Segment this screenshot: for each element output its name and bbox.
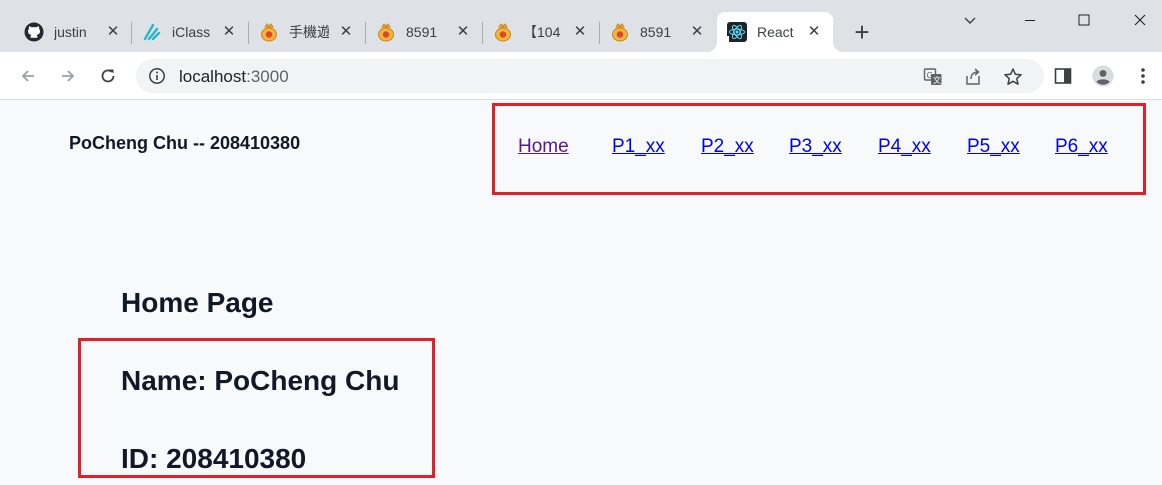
close-icon[interactable]: ✕ (220, 23, 238, 41)
close-icon[interactable]: ✕ (337, 23, 355, 41)
svg-text:文: 文 (933, 75, 941, 85)
nav-link-p6[interactable]: P6_xx (1055, 136, 1108, 158)
reload-icon[interactable] (94, 62, 122, 90)
tab-search-chevron-icon[interactable] (950, 6, 990, 34)
tab-moneybag-1[interactable]: 手機遊 ✕ (249, 12, 365, 52)
close-icon[interactable]: ✕ (571, 23, 589, 41)
close-icon[interactable]: ✕ (454, 23, 472, 41)
tab-label: 8591 (640, 24, 672, 40)
forward-icon[interactable] (54, 62, 82, 90)
tab-github[interactable]: justin ✕ (14, 12, 132, 52)
moneybag-icon (493, 22, 513, 42)
tab-label: 【104 (523, 24, 561, 40)
close-window-icon[interactable] (1120, 6, 1160, 34)
nav-link-p2[interactable]: P2_xx (701, 136, 754, 158)
iclass-icon (142, 22, 162, 42)
moneybag-icon (259, 22, 279, 42)
back-icon[interactable] (14, 62, 42, 90)
new-tab-button[interactable]: + (848, 19, 876, 47)
github-icon (24, 22, 44, 42)
tab-label: 手機遊 (289, 24, 329, 40)
nav-link-p3[interactable]: P3_xx (789, 136, 842, 158)
url-text: localhost:3000 (179, 67, 289, 87)
more-menu-icon[interactable] (1132, 65, 1154, 87)
nav-link-p4[interactable]: P4_xx (878, 136, 931, 158)
nav-link-p5[interactable]: P5_xx (967, 136, 1020, 158)
student-name: Name: PoCheng Chu (121, 365, 400, 396)
address-bar[interactable]: localhost:3000 G文 (136, 59, 1044, 93)
tab-label: iClass (172, 24, 211, 40)
close-icon[interactable]: ✕ (805, 23, 823, 41)
profile-avatar-icon[interactable] (1092, 65, 1114, 87)
student-id: ID: 208410380 (121, 443, 307, 474)
site-info-icon[interactable] (148, 67, 166, 85)
site-brand: PoCheng Chu -- 208410380 (69, 133, 301, 153)
translate-icon[interactable]: G文 (923, 67, 943, 87)
tab-label: React (757, 24, 794, 40)
tab-moneybag-4[interactable]: 8591 ✕ (600, 12, 716, 52)
close-icon[interactable]: ✕ (104, 23, 122, 41)
tab-label: 8591 (406, 24, 438, 40)
share-icon[interactable] (963, 67, 983, 87)
bookmark-star-icon[interactable] (1003, 67, 1023, 87)
moneybag-icon (610, 22, 630, 42)
maximize-icon[interactable] (1064, 6, 1104, 34)
main-nav: Home P1_xx P2_xx P3_xx P4_xx P5_xx P6_xx (492, 103, 1146, 195)
nav-link-p1[interactable]: P1_xx (612, 136, 665, 158)
tab-iclass[interactable]: iClass ✕ (132, 12, 248, 52)
minimize-icon[interactable] (1010, 6, 1050, 34)
url-port: :3000 (246, 67, 289, 86)
tab-label: justin (54, 24, 87, 40)
page-content: PoCheng Chu -- 208410380 Home P1_xx P2_x… (0, 101, 1162, 485)
page-title: Home Page (121, 287, 274, 318)
react-icon (727, 22, 747, 42)
browser-toolbar: localhost:3000 G文 (0, 52, 1162, 100)
tab-strip: justin ✕ iClass ✕ 手機遊 ✕ 8591 ✕ 【104 ✕ 85… (0, 0, 1162, 52)
tab-react[interactable]: React ✕ (717, 12, 833, 52)
moneybag-icon (376, 22, 396, 42)
nav-link-home[interactable]: Home (518, 136, 569, 158)
side-panel-icon[interactable] (1052, 65, 1074, 87)
url-host: localhost (179, 67, 247, 86)
tab-moneybag-2[interactable]: 8591 ✕ (366, 12, 482, 52)
tab-moneybag-3[interactable]: 【104 ✕ (483, 12, 599, 52)
